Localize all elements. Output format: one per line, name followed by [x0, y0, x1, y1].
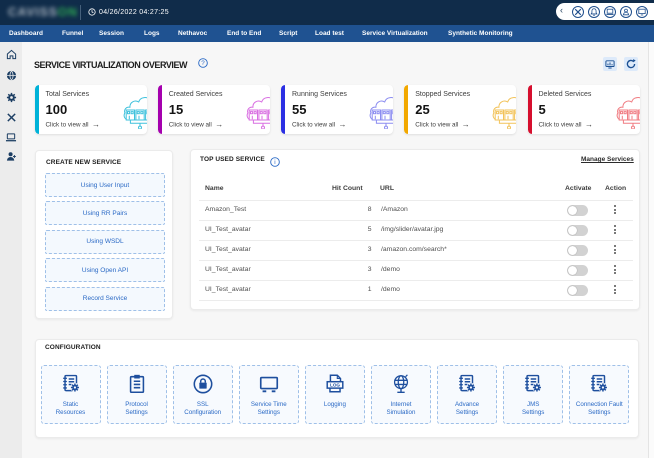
svg-text:?: ? — [201, 60, 205, 67]
svg-text:i: i — [274, 159, 275, 166]
